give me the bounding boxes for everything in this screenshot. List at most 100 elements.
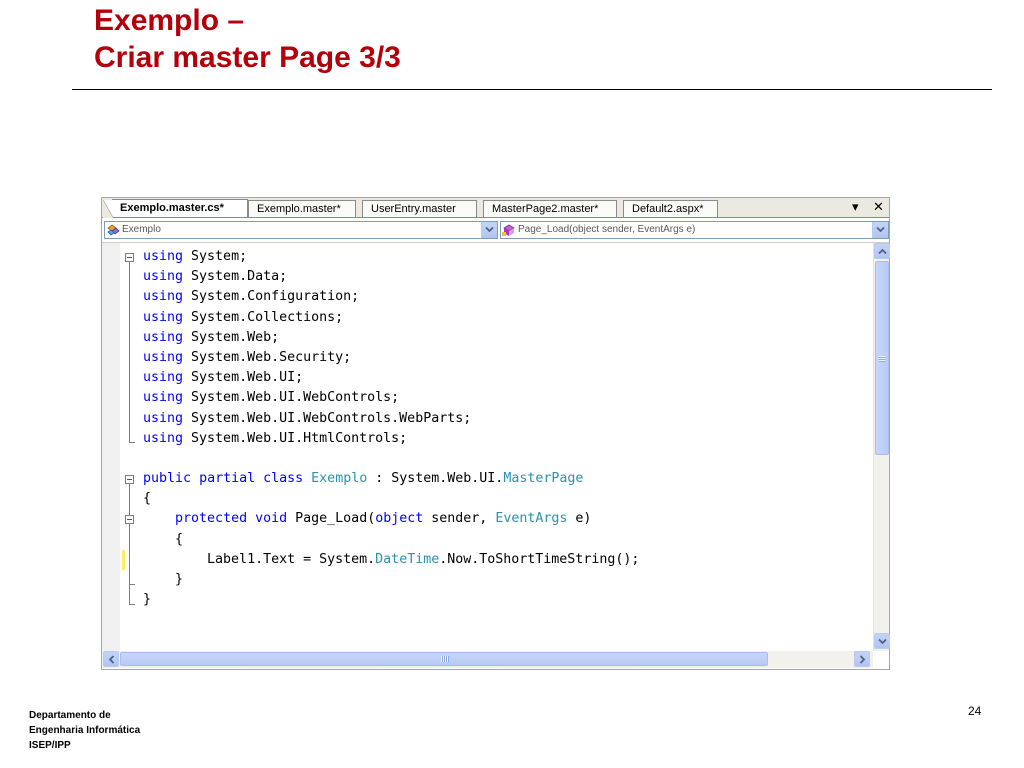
code-text: System.Web.UI.WebControls.WebParts; xyxy=(183,410,472,426)
chevron-left-icon xyxy=(108,655,115,664)
code-line: using System.Collections; xyxy=(143,308,639,328)
collapse-icon[interactable] xyxy=(125,475,134,484)
tab-userentry-master[interactable]: UserEntry.master xyxy=(362,200,477,217)
code-line: using System; xyxy=(143,247,639,267)
tab-default2-aspx[interactable]: Default2.aspx* xyxy=(623,200,718,217)
code-line: using System.Web.Security; xyxy=(143,348,639,368)
member-dropdown[interactable]: Page_Load(object sender, EventArgs e) xyxy=(500,221,889,239)
code-keyword: using xyxy=(143,329,184,345)
outline-guide xyxy=(129,262,130,442)
code-line: using System.Web.UI.WebControls; xyxy=(143,388,639,408)
code-text: System.Web.Security; xyxy=(183,349,352,365)
outline-end xyxy=(129,595,135,605)
code-line: using System.Web.UI.WebControls.WebParts… xyxy=(143,409,639,429)
slide-title: Exemplo – Criar master Page 3/3 xyxy=(94,2,401,76)
code-text: .Now.ToShortTimeString(); xyxy=(439,551,640,567)
document-tab-strip: Exemplo.master.cs* Exemplo.master* UserE… xyxy=(102,198,889,218)
code-line: public partial class Exemplo : System.We… xyxy=(143,469,639,489)
code-keyword: partial xyxy=(199,471,256,487)
code-text: System.Web.UI.WebControls; xyxy=(183,390,400,406)
code-text: } xyxy=(143,572,184,587)
code-line: } xyxy=(143,590,639,610)
tab-exemplo-master[interactable]: Exemplo.master* xyxy=(248,200,356,217)
code-line: protected void Page_Load(object sender, … xyxy=(143,509,639,529)
code-keyword: using xyxy=(143,269,184,285)
source-code: using System; using System.Data; using Sys… xyxy=(143,247,639,610)
collapse-icon[interactable] xyxy=(125,253,134,262)
code-text: System.Web; xyxy=(183,329,280,345)
scroll-right-button[interactable] xyxy=(854,651,870,667)
horizontal-scroll-thumb[interactable] xyxy=(120,652,768,666)
code-keyword: using xyxy=(143,390,184,406)
outline-end xyxy=(129,525,135,585)
footer-institution: ISEP/IPP xyxy=(29,740,71,751)
code-text: { xyxy=(143,531,184,547)
scroll-up-button[interactable] xyxy=(874,243,890,259)
code-keyword: class xyxy=(263,471,304,487)
member-dropdown-value: Page_Load(object sender, EventArgs e) xyxy=(518,224,696,235)
close-icon[interactable]: ✕ xyxy=(873,199,884,216)
tab-exemplo-master-cs[interactable]: Exemplo.master.cs* xyxy=(103,199,248,218)
code-line: Label1.Text = System.DateTime.Now.ToShor… xyxy=(143,550,639,570)
code-keyword: protected xyxy=(175,511,248,527)
type-dropdown-button[interactable] xyxy=(481,222,497,238)
code-text: Label1.Text = System. xyxy=(143,551,376,567)
unsaved-change-marker xyxy=(122,550,125,570)
title-divider xyxy=(72,89,992,90)
code-text: } xyxy=(143,592,152,608)
code-text-area[interactable]: using System; using System.Data; using Sys… xyxy=(102,243,872,651)
tab-masterpage2-master[interactable]: MasterPage2.master* xyxy=(483,200,617,217)
footer-department: Departamento de xyxy=(29,710,111,721)
scroll-left-button[interactable] xyxy=(103,651,119,667)
code-editor-window: Exemplo.master.cs* Exemplo.master* UserE… xyxy=(101,197,890,670)
collapse-icon[interactable] xyxy=(125,515,134,524)
slide-title-line-2: Criar master Page 3/3 xyxy=(94,41,401,74)
code-line: { xyxy=(143,530,639,550)
code-text: Page_Load( xyxy=(287,511,376,527)
grip-icon xyxy=(879,356,885,362)
member-dropdown-button[interactable] xyxy=(872,222,888,238)
code-text: : System.Web.UI. xyxy=(367,471,504,487)
code-text: { xyxy=(143,491,152,507)
type-dropdown[interactable]: Exemplo xyxy=(104,221,498,239)
code-keyword: using xyxy=(143,370,184,386)
slide-footer: Departamento de Engenharia Informática I… xyxy=(29,708,140,753)
class-icon xyxy=(107,224,120,236)
code-text: System.Web.UI.HtmlControls; xyxy=(183,430,408,446)
window-position-icon[interactable]: ▾ xyxy=(852,199,859,216)
code-line: using System.Data; xyxy=(143,267,639,287)
code-keyword: using xyxy=(143,349,184,365)
code-text: e) xyxy=(567,511,592,527)
code-keyword: using xyxy=(143,289,184,305)
chevron-up-icon xyxy=(878,248,887,255)
grip-icon xyxy=(441,656,449,662)
horizontal-scrollbar[interactable] xyxy=(102,651,873,668)
code-text: System.Web.UI; xyxy=(183,370,304,386)
code-keyword: using xyxy=(143,309,184,325)
code-text: System.Data; xyxy=(183,269,288,285)
method-icon xyxy=(502,224,515,236)
code-type-name: EventArgs xyxy=(495,511,568,527)
chevron-right-icon xyxy=(859,655,866,664)
navigation-bar: Exemplo Page_Load(object sender, EventAr… xyxy=(102,218,889,243)
vertical-scroll-thumb[interactable] xyxy=(875,261,889,455)
code-line: using System.Web.UI.HtmlControls; xyxy=(143,429,639,449)
code-keyword: object xyxy=(375,511,424,527)
code-text: sender, xyxy=(423,511,496,527)
scroll-down-button[interactable] xyxy=(874,633,890,649)
indicator-margin xyxy=(102,243,120,651)
slide-title-line-1: Exemplo – xyxy=(94,4,245,37)
code-keyword: public xyxy=(143,471,192,487)
code-line: using System.Configuration; xyxy=(143,287,639,307)
vertical-scrollbar[interactable] xyxy=(873,243,890,651)
code-type-name: Exemplo xyxy=(311,471,368,487)
type-dropdown-value: Exemplo xyxy=(122,224,161,235)
chevron-down-icon xyxy=(876,226,885,233)
code-text: System; xyxy=(183,249,248,264)
